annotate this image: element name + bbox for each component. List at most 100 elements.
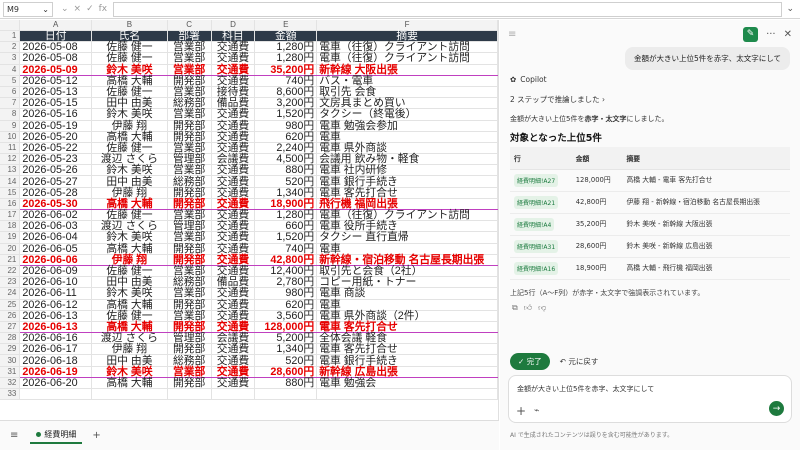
cell-amount[interactable]: 980円 — [254, 120, 318, 132]
cell-amount[interactable]: 1,340円 — [254, 187, 318, 199]
cell-amount[interactable]: 880円 — [254, 164, 318, 177]
cell-amount[interactable]: 1,280円 — [254, 52, 318, 65]
row-header[interactable]: 3 — [0, 52, 21, 65]
cell-dept[interactable]: 営業部 — [167, 52, 212, 65]
cell-amount[interactable]: 660円 — [254, 220, 318, 233]
cell-name[interactable]: 鈴木 美咲 — [91, 164, 168, 177]
cell-amount[interactable]: 1,520円 — [254, 231, 318, 244]
cell-amount[interactable]: 8,600円 — [254, 86, 318, 99]
cell-amount[interactable]: 520円 — [254, 354, 318, 367]
cell-link[interactable]: 経費明細!A27 — [514, 174, 559, 187]
cell-desc[interactable]: 取引先と会食（2社） — [316, 265, 498, 278]
header-cell[interactable]: 日付 — [19, 30, 93, 43]
cell-date[interactable]: 2026-06-05 — [19, 243, 93, 255]
cell-desc[interactable]: 電車 銀行手続き — [316, 354, 498, 367]
cell-amount[interactable]: 4,500円 — [254, 153, 318, 166]
cell-item[interactable]: 交通費 — [211, 108, 256, 121]
cell-name[interactable]: 佐藤 健一 — [91, 209, 168, 222]
row-header[interactable]: 7 — [0, 97, 21, 110]
row-header[interactable]: 27 — [0, 321, 21, 334]
cell-amount[interactable]: 5,200円 — [254, 332, 318, 345]
cell-date[interactable]: 2026-05-13 — [19, 86, 93, 99]
cell-dept[interactable]: 開発部 — [167, 75, 212, 87]
cell-date[interactable]: 2026-05-15 — [19, 97, 93, 110]
cell-dept[interactable]: 営業部 — [167, 310, 212, 322]
cell-date[interactable]: 2026-06-20 — [19, 377, 93, 390]
cell-dept[interactable]: 開発部 — [167, 343, 212, 356]
cell-amount[interactable]: 1,280円 — [254, 209, 318, 222]
cell-date[interactable]: 2026-06-12 — [19, 299, 93, 311]
cell-dept[interactable]: 営業部 — [167, 365, 212, 378]
compose-box[interactable]: 金額が大きい上位5件を赤字、太文字にして + ⌁ → — [508, 375, 792, 423]
cell-amount[interactable]: 18,900円 — [254, 197, 318, 211]
cell-name[interactable]: 佐藤 健一 — [91, 310, 168, 322]
column-header[interactable]: A — [19, 20, 93, 31]
cell-desc[interactable]: 電車 県外商談（2件） — [316, 310, 498, 322]
cell-link[interactable]: 経費明細!A4 — [514, 218, 555, 231]
cell-desc[interactable]: 新幹線 広島出張 — [316, 365, 498, 378]
header-cell[interactable]: 科目 — [211, 30, 256, 43]
cell-item[interactable]: 交通費 — [211, 310, 256, 322]
cell-link[interactable]: 経費明細!A31 — [514, 240, 559, 253]
cell-name[interactable]: 伊藤 翔 — [91, 253, 168, 266]
header-cell[interactable]: 氏名 — [91, 30, 168, 43]
cell-desc[interactable]: 飛行機 福岡出張 — [316, 197, 498, 211]
function-icon[interactable]: fx — [99, 4, 108, 14]
cell-dept[interactable]: 開発部 — [167, 197, 212, 211]
attach-icon[interactable]: ⌁ — [534, 406, 539, 416]
cell-name[interactable]: 佐藤 健一 — [91, 52, 168, 65]
row-header[interactable]: 15 — [0, 187, 21, 199]
cell-dept[interactable]: 総務部 — [167, 175, 212, 188]
cell-desc[interactable]: 電車 社内研修 — [316, 164, 498, 177]
cell-date[interactable]: 2026-05-23 — [19, 153, 93, 166]
row-header[interactable]: 10 — [0, 131, 21, 143]
cell-dept[interactable]: 開発部 — [167, 243, 212, 255]
cell-name[interactable]: 佐藤 健一 — [91, 142, 168, 155]
cell-item[interactable]: 交通費 — [211, 320, 256, 334]
row-header[interactable]: 31 — [0, 366, 21, 378]
cell-name[interactable]: 鈴木 美咲 — [91, 63, 168, 76]
cell-amount[interactable]: 980円 — [254, 287, 318, 300]
formula-input[interactable] — [113, 1, 783, 17]
row-header[interactable]: 1 — [0, 30, 21, 43]
cell-dept[interactable]: 開発部 — [167, 299, 212, 311]
cell-dept[interactable]: 開発部 — [167, 320, 212, 334]
cell-name[interactable]: 高橋 大輔 — [91, 299, 168, 311]
cell-amount[interactable]: 1,280円 — [254, 41, 318, 54]
enter-icon[interactable]: ✓ — [86, 4, 94, 14]
cell-name[interactable]: 佐藤 健一 — [91, 86, 168, 99]
cell-date[interactable]: 2026-06-03 — [19, 220, 93, 233]
row-header[interactable]: 25 — [0, 299, 21, 311]
cell-item[interactable]: 交通費 — [211, 299, 256, 311]
reasoning-toggle[interactable]: 2 ステップで推論しました › — [510, 94, 605, 105]
cell-date[interactable]: 2026-06-04 — [19, 231, 93, 244]
row-header[interactable]: 30 — [0, 354, 21, 367]
column-header[interactable]: E — [254, 20, 318, 31]
cell-item[interactable]: 交通費 — [211, 243, 256, 255]
add-sheet-button[interactable]: + — [92, 430, 100, 441]
row-header[interactable]: 20 — [0, 243, 21, 255]
more-options-icon[interactable]: ··· — [766, 29, 776, 40]
copy-icon[interactable]: ⧉ — [512, 303, 518, 313]
cell-date[interactable]: 2026-05-09 — [19, 63, 93, 76]
row-header[interactable]: 11 — [0, 142, 21, 155]
cell-name[interactable]: 田中 由美 — [91, 175, 168, 188]
cell-desc[interactable]: 新幹線 大阪出張 — [316, 63, 498, 76]
spreadsheet-grid[interactable]: A B C D E F 1 日付 氏名 部署 科目 金額 摘要 2 2026-05-08 佐藤 健一 営業部 交通… — [0, 20, 499, 420]
cell-link[interactable]: 経費明細!A16 — [514, 262, 559, 275]
cell-dept[interactable]: 営業部 — [167, 108, 212, 121]
cell-amount[interactable]: 740円 — [254, 75, 318, 87]
column-header[interactable]: D — [211, 20, 256, 31]
empty-cell[interactable] — [211, 388, 256, 401]
cell-item[interactable]: 交通費 — [211, 187, 256, 199]
cell-date[interactable]: 2026-05-26 — [19, 164, 93, 177]
row-header[interactable]: 8 — [0, 108, 21, 121]
cell-desc[interactable]: 電車 勉強会参加 — [316, 120, 498, 132]
column-header[interactable]: F — [316, 20, 498, 31]
done-button[interactable]: ✓ 完了 — [510, 353, 550, 370]
header-cell[interactable]: 部署 — [167, 30, 212, 43]
cell-amount[interactable]: 3,560円 — [254, 310, 318, 322]
row-header[interactable]: 32 — [0, 377, 21, 390]
sheet-tab-active[interactable]: 経費明細 — [30, 427, 83, 444]
cell-dept[interactable]: 営業部 — [167, 63, 212, 76]
